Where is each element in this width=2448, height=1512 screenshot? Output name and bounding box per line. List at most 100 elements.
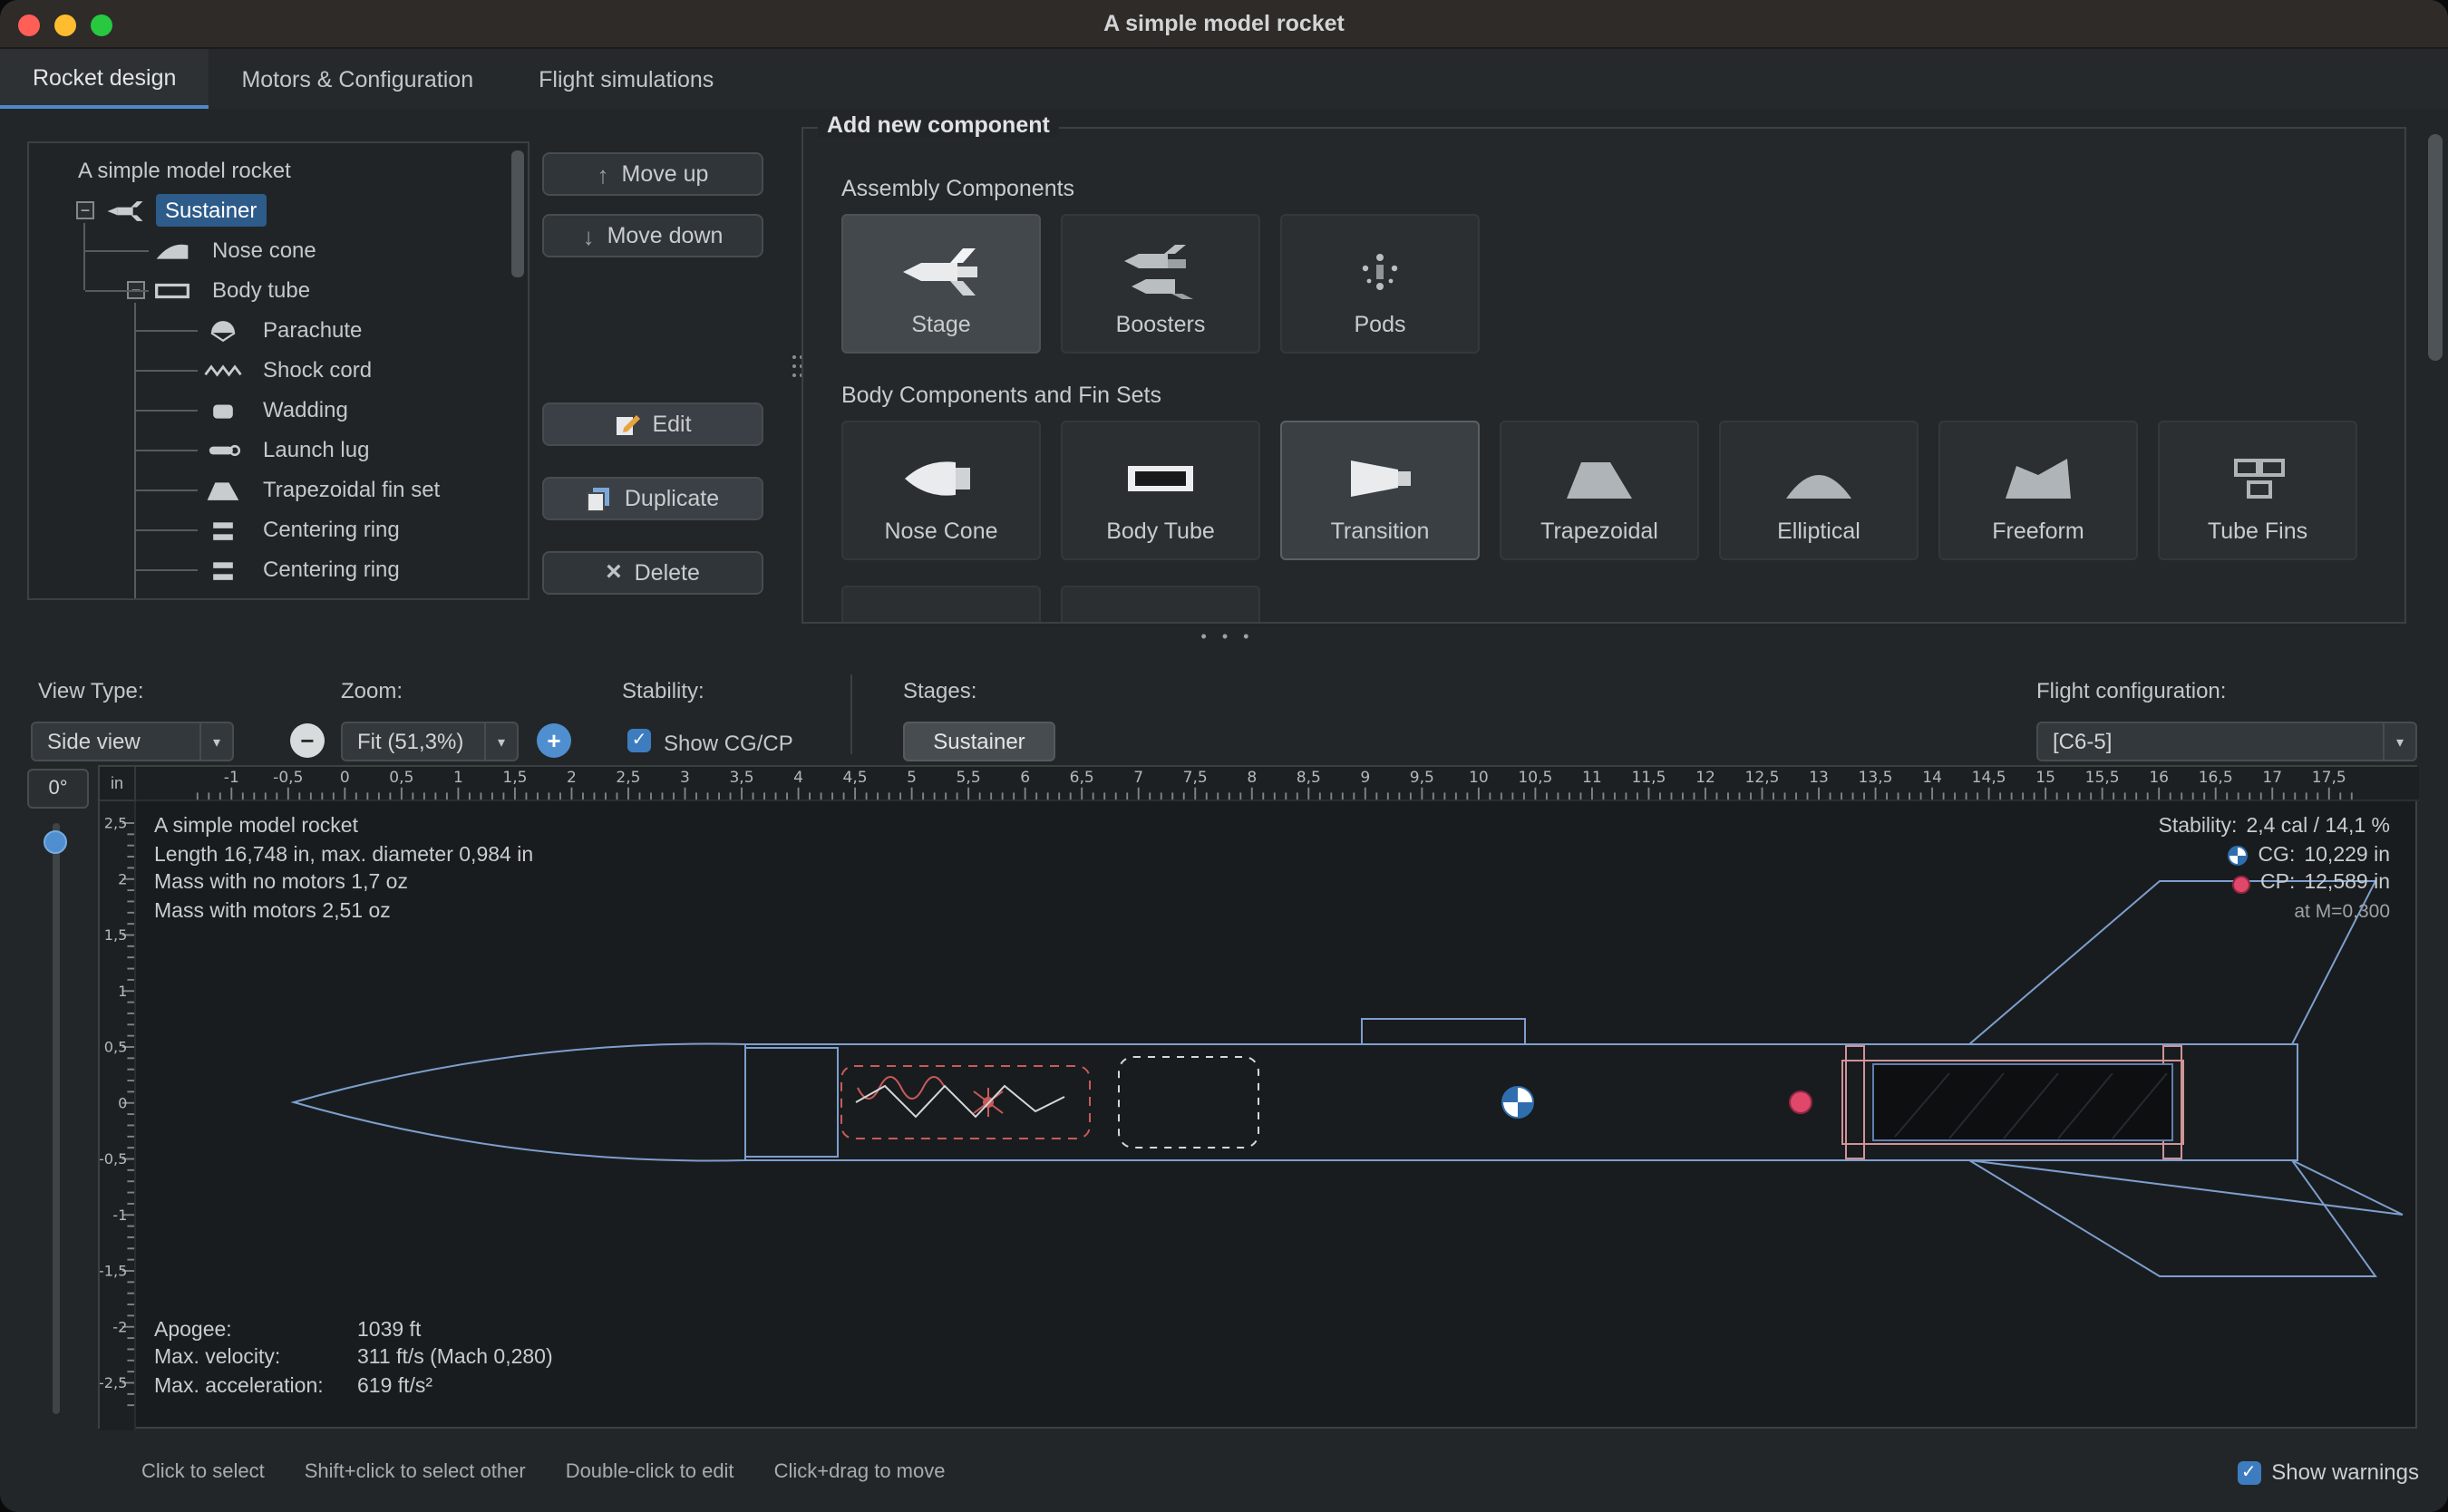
svg-text:2,5: 2,5 — [104, 815, 128, 832]
component-button-label: Pods — [1355, 312, 1406, 337]
zoom-in-button[interactable]: + — [537, 723, 571, 758]
move-up-button[interactable]: ↑ Move up — [542, 152, 763, 196]
rotation-slider[interactable] — [53, 823, 60, 1414]
view-type-select[interactable]: Side view ▾ — [31, 722, 234, 761]
show-cgcp-checkbox[interactable]: ✓ — [627, 729, 651, 752]
svg-text:7,5: 7,5 — [1183, 769, 1208, 787]
tree-item-a-simple-model-rocket[interactable]: A simple model rocket — [29, 150, 528, 190]
component-button-partial[interactable] — [1061, 586, 1260, 622]
close-button[interactable] — [18, 15, 40, 36]
max-acceleration-value: 619 ft/s² — [357, 1373, 553, 1401]
hint-shift-click: Shift+click to select other — [305, 1461, 526, 1483]
component-button-tube-fins[interactable]: Tube Fins — [2158, 421, 2357, 560]
chevron-down-icon: ▾ — [484, 723, 517, 760]
tube-fins-icon — [2214, 450, 2301, 508]
svg-text:17,5: 17,5 — [2312, 769, 2346, 787]
tree-item-parachute[interactable]: Parachute — [29, 310, 528, 350]
component-button-label: Transition — [1331, 519, 1430, 544]
wadding-shape[interactable] — [1119, 1057, 1258, 1148]
component-button-freeform[interactable]: Freeform — [1938, 421, 2138, 560]
stage-icon — [898, 243, 985, 301]
rotation-angle-box[interactable]: 0° — [27, 769, 89, 809]
move-down-button[interactable]: ↓ Move down — [542, 214, 763, 257]
fin-lower-shape[interactable] — [1969, 1160, 2375, 1276]
collapse-icon[interactable]: − — [76, 201, 94, 219]
tree-connector — [85, 250, 149, 252]
nose-cone-shape[interactable] — [294, 1044, 745, 1161]
zoom-out-button[interactable]: − — [290, 723, 325, 758]
delete-button[interactable]: × Delete — [542, 551, 763, 595]
cp-marker — [1790, 1091, 1812, 1113]
stages-label: Stages: — [903, 678, 976, 703]
tree-item-sustainer[interactable]: −Sustainer — [29, 190, 528, 230]
panel-drag-handle-icon[interactable] — [792, 355, 796, 359]
component-button-stage[interactable]: Stage — [841, 214, 1041, 354]
ruler-unit-box: in — [100, 767, 136, 801]
tree-item-inner-tube[interactable]: Inner Tube — [29, 589, 528, 600]
component-button-transition[interactable]: Transition — [1280, 421, 1480, 560]
tree-item-wadding[interactable]: Wadding — [29, 390, 528, 430]
rocket-icon — [105, 199, 145, 223]
fin-icon — [203, 479, 243, 502]
component-button-pods[interactable]: Pods — [1280, 214, 1480, 354]
tree-connector — [136, 489, 198, 491]
tree-item-launch-lug[interactable]: Launch lug — [29, 430, 528, 470]
edit-button[interactable]: Edit — [542, 402, 763, 446]
tab-flight-simulations[interactable]: Flight simulations — [506, 49, 746, 109]
tree-item-centering-ring[interactable]: Centering ring — [29, 549, 528, 589]
hint-click-select: Click to select — [141, 1461, 265, 1483]
component-button-elliptical[interactable]: Elliptical — [1719, 421, 1919, 560]
launch-lug-shape[interactable] — [1362, 1019, 1525, 1044]
title-bar[interactable]: A simple model rocket — [0, 0, 2448, 49]
flight-configuration-select[interactable]: [C6-5] ▾ — [2036, 722, 2417, 761]
parachute-icon — [203, 319, 243, 343]
tab-motors-configuration[interactable]: Motors & Configuration — [209, 49, 506, 109]
rotation-slider-thumb[interactable] — [44, 830, 67, 854]
panel-scrollbar-thumb[interactable] — [2428, 134, 2443, 361]
minimize-button[interactable] — [54, 15, 76, 36]
motor-shape[interactable] — [1873, 1064, 2172, 1140]
component-button-body-tube[interactable]: Body Tube — [1061, 421, 1260, 560]
shock-cord-shape[interactable] — [856, 1086, 1064, 1117]
stage-toggle-sustainer[interactable]: Sustainer — [903, 722, 1055, 761]
show-warnings-checkbox[interactable]: ✓ — [2237, 1460, 2260, 1484]
centering-ring-shape[interactable] — [1846, 1046, 1864, 1158]
svg-text:3: 3 — [680, 769, 690, 787]
svg-text:12,5: 12,5 — [1745, 769, 1780, 787]
tree-item-label: Body tube — [203, 274, 319, 306]
tab-rocket-design[interactable]: Rocket design — [0, 49, 209, 109]
apogee-value: 1039 ft — [357, 1317, 553, 1345]
duplicate-button[interactable]: Duplicate — [542, 477, 763, 520]
fullscreen-button[interactable] — [91, 15, 112, 36]
tree-item-trapezoidal-fin-set[interactable]: Trapezoidal fin set — [29, 470, 528, 509]
component-button-partial[interactable] — [841, 586, 1041, 622]
inner-tube-icon — [203, 598, 243, 600]
tree-item-shock-cord[interactable]: Shock cord — [29, 350, 528, 390]
vertical-ruler: 2,521,510,50-0,5-1-1,5-2-2,5 — [100, 801, 136, 1430]
component-button-nose-cone[interactable]: Nose Cone — [841, 421, 1041, 560]
stability-label: Stability: — [622, 678, 704, 703]
svg-text:10,5: 10,5 — [1518, 769, 1552, 787]
svg-text:5,5: 5,5 — [957, 769, 981, 787]
panel-expand-handle[interactable]: • • • — [1197, 627, 1258, 645]
component-tree[interactable]: A simple model rocket−SustainerNose cone… — [27, 141, 529, 600]
cg-value: 10,229 in — [2304, 842, 2390, 870]
nose-cone-icon — [898, 450, 985, 508]
component-button-trapezoidal[interactable]: Trapezoidal — [1500, 421, 1699, 560]
svg-text:1,5: 1,5 — [502, 769, 527, 787]
tree-item-centering-ring[interactable]: Centering ring — [29, 509, 528, 549]
max-velocity-label: Max. velocity: — [154, 1345, 357, 1373]
tree-connector — [136, 569, 198, 571]
svg-text:6: 6 — [1020, 769, 1030, 787]
panel-scrollbar[interactable] — [2428, 112, 2443, 624]
svg-text:-0,5: -0,5 — [273, 769, 303, 787]
fin-side-edge[interactable] — [2292, 1160, 2403, 1215]
nose-shoulder-shape[interactable] — [745, 1048, 838, 1157]
rocket-viewport[interactable]: in -1-0,500,511,522,533,544,555,566,577,… — [98, 765, 2417, 1429]
fin-side-edge[interactable] — [1969, 1160, 2403, 1215]
tree-connector — [136, 529, 198, 531]
rocket-name: A simple model rocket — [154, 814, 533, 842]
component-button-boosters[interactable]: Boosters — [1061, 214, 1260, 354]
zoom-select[interactable]: Fit (51,3%) ▾ — [341, 722, 519, 761]
nose-cone-icon — [152, 239, 192, 263]
